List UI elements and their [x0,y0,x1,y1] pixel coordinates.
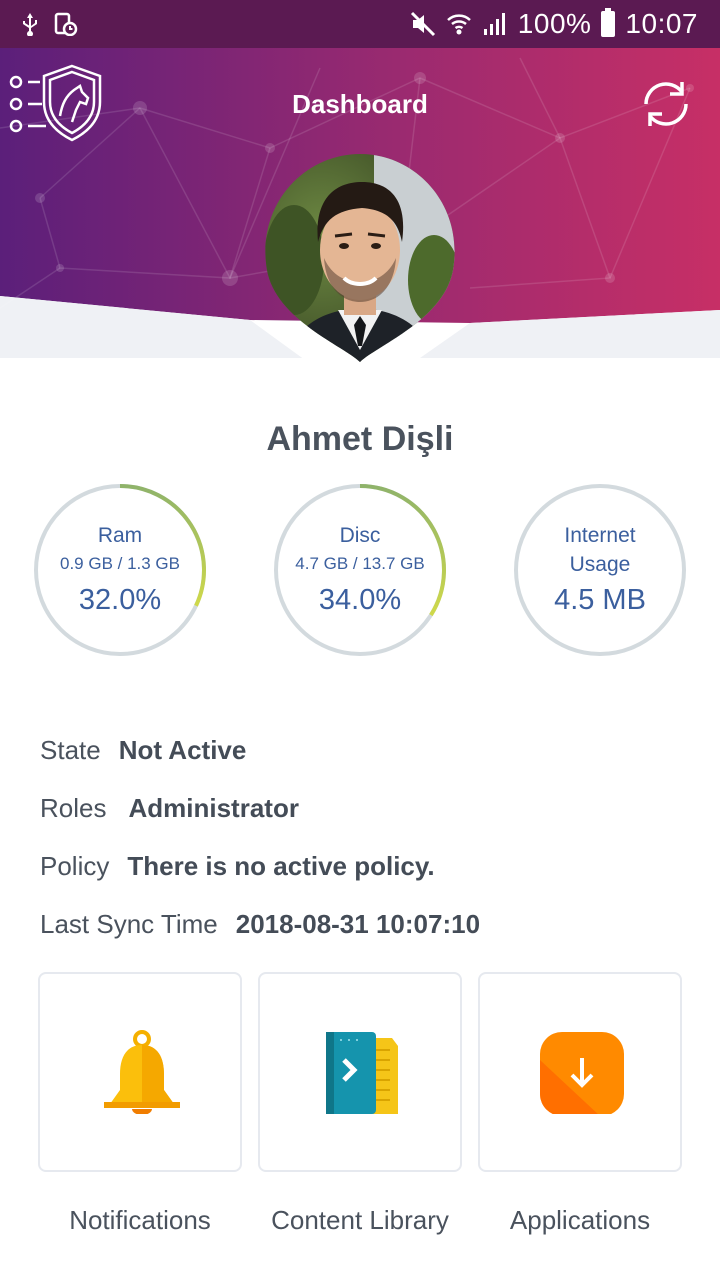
roles-row: Roles Administrator [40,793,299,824]
policy-value: There is no active policy. [127,851,435,881]
list-shield-logo-icon [9,64,102,142]
state-label: State [40,735,101,765]
content-library-tile[interactable] [258,972,462,1172]
screen-timer-icon [54,12,78,36]
last-sync-row: Last Sync Time 2018-08-31 10:07:10 [40,909,480,940]
disc-gauge-value: 34.0% [318,584,402,616]
applications-tile[interactable] [478,972,682,1172]
ram-gauge: Ram 0.9 GB / 1.3 GB 32.0% [32,482,208,658]
signal-icon [483,13,505,35]
roles-label: Roles [40,793,107,823]
last-sync-label: Last Sync Time [40,909,218,939]
ram-gauge-value: 32.0% [78,584,162,616]
disc-gauge-title: Disc [339,524,381,547]
ram-gauge-title: Ram [97,524,143,547]
disc-gauge: Disc 4.7 GB / 13.7 GB 34.0% [272,482,448,658]
state-value: Not Active [118,735,247,765]
sync-icon [644,82,688,126]
usb-icon [23,13,37,36]
roles-value: Administrator [128,793,299,823]
notifications-label[interactable]: Notifications [30,1205,250,1236]
ram-gauge-detail: 0.9 GB / 1.3 GB [59,554,180,573]
policy-row: Policy There is no active policy. [40,851,435,882]
book-icon [326,1032,398,1114]
bell-icon [104,1030,180,1114]
internet-gauge-detail: Usage [569,553,631,576]
internet-usage-gauge: Internet Usage 4.5 MB [512,482,688,658]
battery-icon [601,8,616,37]
download-icon [540,1032,624,1114]
last-sync-value: 2018-08-31 10:07:10 [235,909,481,939]
menu-button[interactable] [8,62,106,144]
applications-label[interactable]: Applications [470,1205,690,1236]
status-bar: 100% 10:07 [0,0,720,48]
page-title: Dashboard [292,89,428,119]
battery-percent: 100% [517,8,592,39]
mute-icon [410,11,435,37]
sync-button[interactable] [638,76,694,132]
content-library-label[interactable]: Content Library [250,1205,470,1236]
notifications-tile[interactable] [38,972,242,1172]
policy-label: Policy [40,851,110,881]
internet-gauge-value: 4.5 MB [554,584,646,616]
user-avatar[interactable] [264,150,456,364]
wifi-icon [446,14,471,35]
internet-gauge-title: Internet [564,524,636,547]
clock: 10:07 [625,8,698,39]
disc-gauge-detail: 4.7 GB / 13.7 GB [295,554,425,573]
user-name: Ahmet Dişli [266,420,454,458]
state-row: State Not Active [40,735,246,766]
